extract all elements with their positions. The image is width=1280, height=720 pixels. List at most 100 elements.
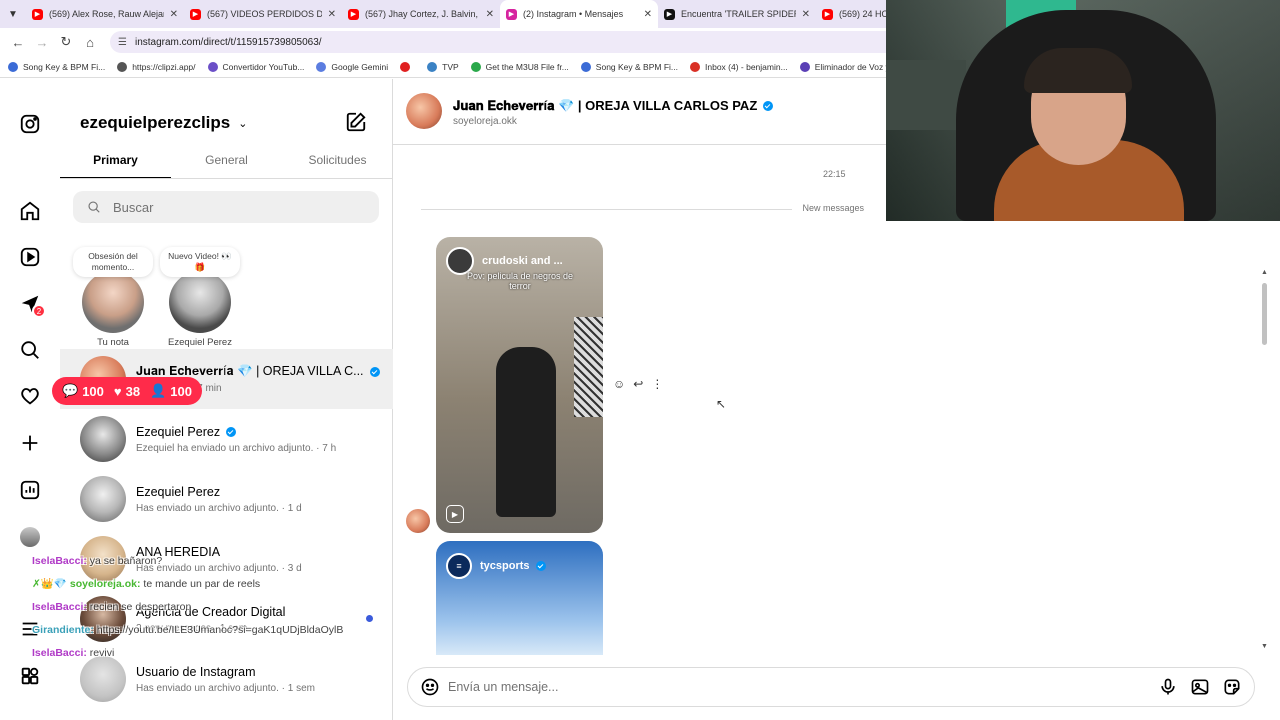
emoji-icon[interactable] <box>420 677 440 697</box>
scroll-up-arrow[interactable]: ▲ <box>1261 269 1268 276</box>
reel-thumbnail-figure <box>496 347 556 517</box>
close-icon[interactable]: ✕ <box>644 9 652 20</box>
image-icon[interactable] <box>1190 677 1210 697</box>
chat-username: Girandiente: <box>32 624 94 636</box>
close-icon[interactable]: ✕ <box>802 9 810 20</box>
reel-caption: Pov: pelicula de negros de terror <box>466 271 574 291</box>
bookmark-label: Inbox (4) - benjamin... <box>705 61 788 72</box>
conversation-title[interactable]: 𝐉𝐮𝐚𝐧 𝐄𝐜𝐡𝐞𝐯𝐞𝐫𝐫í𝐚 💎 | OREJA VILLA CARLOS P… <box>453 98 774 114</box>
avatar[interactable] <box>406 93 442 129</box>
tab-title: (567) VIDEOS PERDIDOS DE MI <box>207 9 322 19</box>
bookmark[interactable] <box>400 61 415 72</box>
bookmark[interactable]: Convertidor YouTub... <box>207 61 305 72</box>
verified-badge-icon <box>535 561 546 571</box>
search-input[interactable]: Buscar <box>73 191 379 223</box>
profile-avatar[interactable] <box>18 525 42 549</box>
bookmark-favicon-icon <box>799 61 810 72</box>
tab-title: (567) Jhay Cortez, J. Balvin, Bad <box>365 9 480 19</box>
viewers-stat: 👤 100 <box>150 383 192 399</box>
bookmark[interactable]: TVP <box>427 61 459 72</box>
bookmark[interactable]: Google Gemini <box>316 61 388 72</box>
close-icon[interactable]: ✕ <box>170 9 178 20</box>
chat-username: IselaBacci: <box>32 555 87 567</box>
sender-avatar[interactable] <box>406 509 430 533</box>
tab-search-dropdown[interactable]: ▼ <box>0 0 26 28</box>
search-icon[interactable] <box>18 338 42 362</box>
note-own[interactable]: Obsesión del momento... Tu nota <box>73 247 153 348</box>
tab-favicon-icon: ▶ <box>348 8 359 20</box>
avatar <box>82 271 144 333</box>
chat-username: IselaBacci: <box>32 647 87 659</box>
shared-reel[interactable]: ≡ tycsports <box>436 541 603 655</box>
shared-reel[interactable]: crudoski and ... Pov: pelicula de negros… <box>436 237 603 533</box>
address-bar[interactable]: ☰ instagram.com/direct/t/115915739805063… <box>110 31 910 53</box>
message-composer[interactable]: Envía un mensaje... <box>407 667 1255 707</box>
back-button[interactable]: ← <box>6 35 30 50</box>
heart-icon[interactable] <box>18 384 42 408</box>
note-bubble: Nuevo Video! 👀 🎁 <box>160 247 240 277</box>
sticker-icon[interactable] <box>1222 677 1242 697</box>
chat-text: https://youtu.be/ILE3Umanoc?si=gaK1qUDjB… <box>96 624 344 636</box>
bookmark-label: Eliminador de Voz y... <box>814 61 897 72</box>
thread-row[interactable]: Ezequiel Perez Has enviado un archivo ad… <box>60 469 393 529</box>
create-icon[interactable] <box>18 431 42 455</box>
scrollbar-thumb[interactable] <box>1262 283 1267 345</box>
microphone-icon[interactable] <box>1158 677 1178 697</box>
bookmark-label: Get the M3U8 File fr... <box>485 61 569 72</box>
webcam-streamer-hair <box>1024 48 1132 93</box>
chat-username: ✗👑💎 soyeloreja.ok: <box>32 578 141 590</box>
browser-tab[interactable]: ▶ (567) VIDEOS PERDIDOS DE MI ✕ <box>184 0 342 28</box>
bookmark[interactable]: Eliminador de Voz y... <box>799 61 897 72</box>
heart-icon: ♥ <box>113 383 122 399</box>
chevron-down-icon: ⌄ <box>238 117 248 130</box>
scroll-down-arrow[interactable]: ▼ <box>1261 643 1268 650</box>
bookmark[interactable]: Get the M3U8 File fr... <box>470 61 569 72</box>
browser-tab[interactable]: ▶ (2) Instagram • Mensajes ✕ <box>500 0 658 28</box>
reel-author-row: tycsports <box>480 560 546 572</box>
likes-count: 38 <box>125 383 141 399</box>
tab-general[interactable]: General <box>171 145 282 178</box>
bookmark-label: Convertidor YouTub... <box>222 61 305 72</box>
close-icon[interactable]: ✕ <box>486 9 494 20</box>
thread-row[interactable]: Ezequiel Perez Ezequiel ha enviado un ar… <box>60 409 393 469</box>
dashboard-icon[interactable] <box>18 478 42 502</box>
thread-preview: Has enviado un archivo adjunto. · 1 d <box>136 502 302 514</box>
bookmark-favicon-icon <box>690 61 700 72</box>
bookmark[interactable]: https://clipzi.app/ <box>117 61 196 72</box>
bookmark-label: TVP <box>442 61 459 72</box>
address-bar-url: instagram.com/direct/t/115915739805063/ <box>134 36 322 48</box>
bookmark-favicon-icon <box>117 61 128 72</box>
account-switcher[interactable]: ezequielperezclips ⌄ <box>80 113 247 133</box>
home-icon[interactable] <box>18 199 42 223</box>
home-button[interactable]: ⌂ <box>78 35 102 50</box>
comments-count: 100 <box>82 383 104 399</box>
stream-chat-message: IselaBacci: ya se bañaron? <box>32 555 362 568</box>
thread-preview: Ezequiel ha enviado un archivo adjunto. … <box>136 442 337 454</box>
browser-tab[interactable]: ▶ (567) Jhay Cortez, J. Balvin, Bad ✕ <box>342 0 500 28</box>
avatar: ≡ <box>446 553 472 579</box>
more-options-icon[interactable]: ⋮ <box>651 377 663 391</box>
reply-icon[interactable]: ↩ <box>633 377 643 391</box>
browser-tab[interactable]: ▶ (569) Alex Rose, Rauw Alejandro ✕ <box>26 0 184 28</box>
instagram-logo-icon[interactable] <box>18 112 42 136</box>
chat-username: IselaBacci: <box>32 601 87 613</box>
bookmark[interactable]: Song Key & BPM Fi... <box>8 61 105 72</box>
bookmark[interactable]: Inbox (4) - benjamin... <box>690 61 788 72</box>
tab-primary[interactable]: Primary <box>60 145 171 178</box>
reload-button[interactable]: ↻ <box>54 34 78 50</box>
search-icon <box>88 201 100 213</box>
chat-text: ya se bañaron? <box>89 555 163 567</box>
reels-icon[interactable] <box>18 245 42 269</box>
forward-button[interactable]: → <box>30 35 54 50</box>
site-info-icon[interactable]: ☰ <box>118 37 127 48</box>
tab-requests[interactable]: Solicitudes <box>282 145 393 178</box>
bookmark[interactable]: Song Key & BPM Fi... <box>580 61 678 72</box>
new-message-icon[interactable] <box>345 111 367 133</box>
new-messages-divider: New messages <box>421 203 864 213</box>
bookmark-label: Song Key & BPM Fi... <box>595 61 678 72</box>
react-icon[interactable]: ☺ <box>613 377 625 391</box>
bookmark-favicon-icon <box>580 61 591 72</box>
browser-tab[interactable]: ▶ Encuentra 'TRAILER SPIDERMAN' ✕ <box>658 0 816 28</box>
note-ezequiel[interactable]: Nuevo Video! 👀 🎁 Ezequiel Perez <box>160 247 240 348</box>
close-icon[interactable]: ✕ <box>328 9 336 20</box>
